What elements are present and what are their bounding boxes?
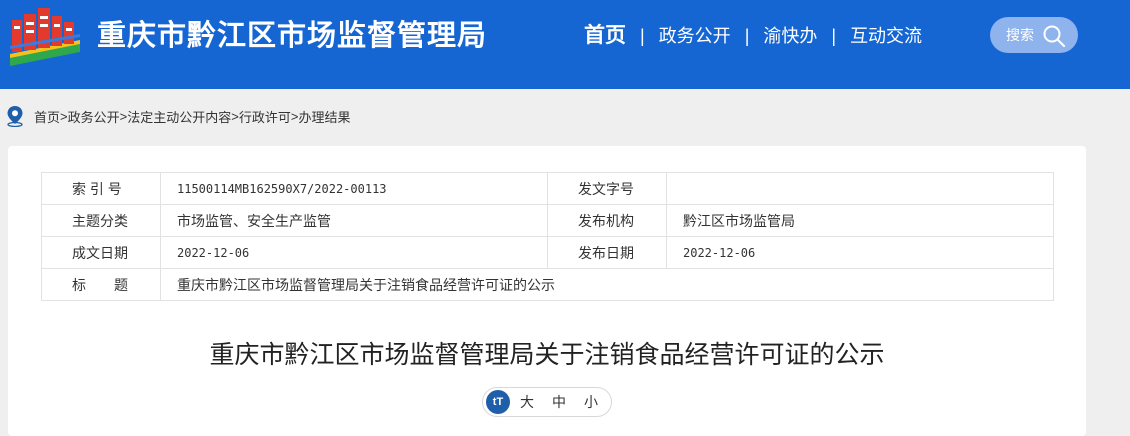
created-date-value: 2022-12-06	[160, 236, 548, 269]
nav-separator: |	[831, 26, 837, 46]
site-header: 重庆市黔江区市场监督管理局 首页 | 政务公开 | 渝快办 | 互动交流 搜索	[0, 0, 1130, 89]
breadcrumb-separator: >	[290, 108, 299, 124]
table-row: 标 题 重庆市黔江区市场监督管理局关于注销食品经营许可证的公示	[41, 268, 1054, 301]
breadcrumb-separator: >	[60, 108, 68, 124]
breadcrumb-results[interactable]: 办理结果	[298, 107, 350, 126]
breadcrumb-home[interactable]: 首页	[34, 107, 60, 126]
nav-government-affairs[interactable]: 政务公开	[659, 22, 731, 50]
nav-separator: |	[640, 26, 645, 46]
issuer-value: 黔江区市场监管局	[666, 204, 1054, 237]
document-title: 重庆市黔江区市场监督管理局关于注销食品经营许可证的公示	[209, 341, 885, 369]
document-number-value	[666, 172, 1054, 205]
search-button[interactable]: 搜索	[990, 17, 1078, 53]
font-size-small[interactable]: 小	[584, 392, 598, 412]
category-value: 市场监管、安全生产监管	[160, 204, 548, 237]
nav-separator: |	[744, 26, 750, 46]
font-size-medium[interactable]: 中	[552, 392, 566, 412]
breadcrumb: 首页 > 政务公开 > 法定主动公开内容 > 行政许可 > 办理结果	[6, 105, 350, 127]
table-row: 索 引 号 11500114MB162590X7/2022-00113 发文字号	[41, 172, 1054, 205]
published-date-value: 2022-12-06	[666, 236, 1054, 269]
breadcrumb-separator: >	[231, 108, 239, 124]
breadcrumb-statutory-disclosure[interactable]: 法定主动公开内容	[127, 107, 231, 126]
published-date-label: 发布日期	[547, 236, 667, 269]
index-number-label: 索 引 号	[41, 172, 161, 205]
nav-yukuaiban[interactable]: 渝快办	[763, 22, 817, 50]
content-panel: 索 引 号 11500114MB162590X7/2022-00113 发文字号…	[8, 146, 1086, 436]
issuer-label: 发布机构	[547, 204, 667, 237]
breadcrumb-administrative-license[interactable]: 行政许可	[239, 107, 291, 126]
breadcrumb-separator: >	[119, 108, 128, 124]
nav-interaction[interactable]: 互动交流	[850, 22, 922, 50]
location-pin-icon	[7, 106, 23, 127]
city-building-logo-icon[interactable]	[6, 6, 84, 68]
document-number-label: 发文字号	[547, 172, 667, 205]
font-size-large[interactable]: 大	[520, 392, 534, 412]
site-title[interactable]: 重庆市黔江区市场监督管理局	[97, 18, 487, 54]
search-label: 搜索	[1006, 27, 1034, 43]
created-date-label: 成文日期	[41, 236, 161, 269]
category-label: 主题分类	[41, 204, 161, 237]
breadcrumb-government-affairs[interactable]: 政务公开	[68, 107, 120, 126]
table-row: 成文日期 2022-12-06 发布日期 2022-12-06	[41, 236, 1054, 269]
table-row: 主题分类 市场监管、安全生产监管 发布机构 黔江区市场监管局	[41, 204, 1054, 237]
document-metadata-table: 索 引 号 11500114MB162590X7/2022-00113 发文字号…	[41, 172, 1054, 301]
title-label: 标 题	[41, 268, 161, 301]
magnifier-icon	[1043, 25, 1066, 48]
title-value: 重庆市黔江区市场监督管理局关于注销食品经营许可证的公示	[160, 268, 1054, 301]
index-number-value: 11500114MB162590X7/2022-00113	[160, 172, 548, 205]
font-size-icon: tT	[486, 390, 510, 414]
nav-home[interactable]: 首页	[584, 22, 626, 50]
main-nav: 首页 | 政务公开 | 渝快办 | 互动交流	[584, 22, 922, 50]
font-size-switcher: tT 大 中 小	[482, 387, 612, 417]
